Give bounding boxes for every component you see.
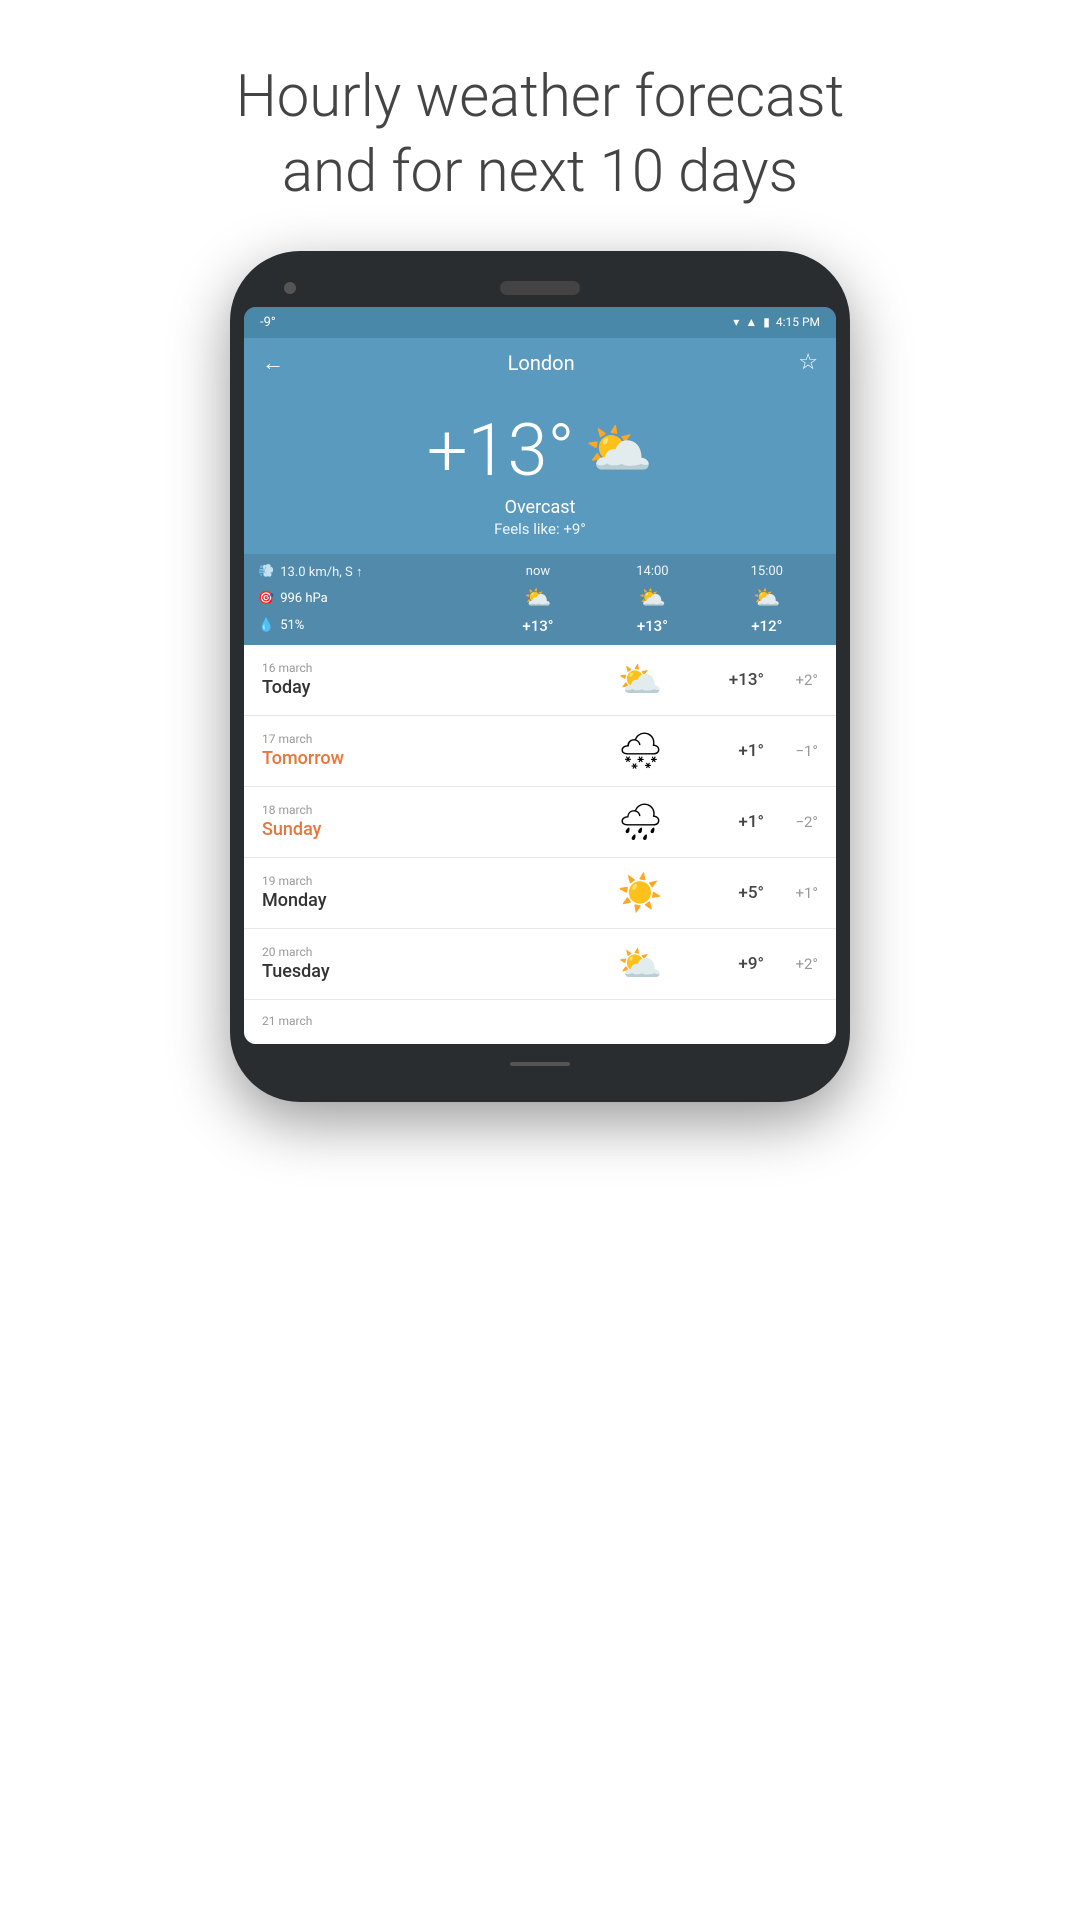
daily-date: 20 march xyxy=(262,945,565,959)
daily-temps: +9° +2° xyxy=(716,954,818,974)
phone-speaker xyxy=(500,281,580,295)
daily-row[interactable]: 16 march Today ⛅ +13° +2° xyxy=(244,645,836,716)
hourly-icon-1: ⛅ xyxy=(483,586,593,611)
daily-row[interactable]: 18 march Sunday 🌧 +1° −2° xyxy=(244,787,836,858)
daily-weather-icon: ⛅ xyxy=(565,659,716,701)
front-camera xyxy=(284,282,296,294)
wifi-icon: ▾ xyxy=(733,315,739,329)
daily-day-name: Tomorrow xyxy=(262,748,565,769)
phone-top xyxy=(244,281,836,307)
hourly-temp-2: +13° xyxy=(597,617,707,635)
hourly-temp-3: +12° xyxy=(712,617,822,635)
daily-low-temp: −1° xyxy=(778,742,818,760)
daily-date: 21 march xyxy=(262,1014,565,1028)
daily-high-temp: +9° xyxy=(716,954,764,974)
daily-date-col: 17 march Tomorrow xyxy=(262,732,565,769)
hourly-icon-3: ⛅ xyxy=(712,586,822,611)
status-temp: -9° xyxy=(260,315,276,330)
daily-date: 19 march xyxy=(262,874,565,888)
hourly-time-2: 14:00 xyxy=(597,564,707,580)
daily-forecast-list: 16 march Today ⛅ +13° +2° 17 march Tomor… xyxy=(244,645,836,1044)
current-temp: +13° xyxy=(427,408,575,493)
daily-weather-icon: ⛅ xyxy=(565,943,716,985)
daily-day-name: Sunday xyxy=(262,819,565,840)
time-display: 4:15 PM xyxy=(776,315,820,329)
humidity-value: 51% xyxy=(280,618,304,633)
hourly-temps-row: 💧 51% +13° +13° +12° xyxy=(258,617,822,635)
humidity-icon: 💧 xyxy=(258,618,274,633)
status-bar: -9° ▾ ▲ ▮ 4:15 PM xyxy=(244,307,836,338)
wind-info: 💨 13.0 km/h, S ↑ xyxy=(258,564,479,580)
daily-date: 16 march xyxy=(262,661,565,675)
daily-low-temp: +2° xyxy=(778,955,818,973)
weather-icon: ⛅ xyxy=(585,418,653,482)
daily-low-temp: +1° xyxy=(778,884,818,902)
phone-screen: -9° ▾ ▲ ▮ 4:15 PM ← London ☆ +13° ⛅ Over… xyxy=(244,307,836,1044)
hourly-icon-2: ⛅ xyxy=(597,586,707,611)
title-line1: Hourly weather forecast xyxy=(236,63,845,131)
phone-frame: -9° ▾ ▲ ▮ 4:15 PM ← London ☆ +13° ⛅ Over… xyxy=(230,251,850,1102)
wind-value: 13.0 km/h, S ↑ xyxy=(280,564,362,580)
top-nav: ← London ☆ xyxy=(244,338,836,388)
hourly-strip: 💨 13.0 km/h, S ↑ now 14:00 15:00 🎯 996 h… xyxy=(244,554,836,645)
daily-day-name: Tuesday xyxy=(262,961,565,982)
page-title: Hourly weather forecast and for next 10 … xyxy=(0,0,1080,251)
hourly-temp-1: +13° xyxy=(483,617,593,635)
status-icons: ▾ ▲ ▮ 4:15 PM xyxy=(733,315,820,329)
daily-row[interactable]: 21 march xyxy=(244,1000,836,1044)
hourly-header: 💨 13.0 km/h, S ↑ now 14:00 15:00 xyxy=(258,564,822,580)
feels-like: Feels like: +9° xyxy=(244,520,836,538)
daily-weather-icon: 🌨 xyxy=(565,730,716,772)
hourly-time-1: now xyxy=(483,564,593,580)
city-name: London xyxy=(508,351,575,375)
daily-high-temp: +1° xyxy=(716,741,764,761)
daily-row[interactable]: 17 march Tomorrow 🌨 +1° −1° xyxy=(244,716,836,787)
title-line2: and for next 10 days xyxy=(282,138,798,206)
daily-date-col: 20 march Tuesday xyxy=(262,945,565,982)
daily-high-temp: +5° xyxy=(716,883,764,903)
weather-description: Overcast xyxy=(244,497,836,518)
daily-temps: +13° +2° xyxy=(716,670,818,690)
wind-icon: 💨 xyxy=(258,564,274,579)
daily-low-temp: −2° xyxy=(778,813,818,831)
daily-date: 18 march xyxy=(262,803,565,817)
hourly-time-3: 15:00 xyxy=(712,564,822,580)
favorite-button[interactable]: ☆ xyxy=(798,350,818,375)
pressure-value: 996 hPa xyxy=(280,591,328,606)
battery-icon: ▮ xyxy=(763,315,770,329)
daily-temps: +1° −2° xyxy=(716,812,818,832)
daily-date-col: 19 march Monday xyxy=(262,874,565,911)
daily-high-temp: +1° xyxy=(716,812,764,832)
phone-bottom xyxy=(244,1056,836,1072)
hourly-icons-row: 🎯 996 hPa ⛅ ⛅ ⛅ xyxy=(258,586,822,611)
daily-weather-icon: ☀️ xyxy=(565,872,716,914)
daily-row[interactable]: 19 march Monday ☀️ +5° +1° xyxy=(244,858,836,929)
daily-date-col: 18 march Sunday xyxy=(262,803,565,840)
daily-date: 17 march xyxy=(262,732,565,746)
daily-temps: +1° −1° xyxy=(716,741,818,761)
daily-low-temp: +2° xyxy=(778,671,818,689)
daily-date-col: 16 march Today xyxy=(262,661,565,698)
home-button[interactable] xyxy=(510,1062,570,1066)
pressure-info: 🎯 996 hPa xyxy=(258,591,479,606)
temp-row: +13° ⛅ xyxy=(244,408,836,493)
daily-date-col: 21 march xyxy=(262,1014,565,1030)
daily-day-name: Today xyxy=(262,677,565,698)
daily-row[interactable]: 20 march Tuesday ⛅ +9° +2° xyxy=(244,929,836,1000)
signal-icon: ▲ xyxy=(745,315,757,329)
daily-weather-icon: 🌧 xyxy=(565,801,716,843)
pressure-icon: 🎯 xyxy=(258,591,274,606)
daily-high-temp: +13° xyxy=(716,670,764,690)
back-button[interactable]: ← xyxy=(262,350,284,376)
daily-day-name: Monday xyxy=(262,890,565,911)
humidity-info: 💧 51% xyxy=(258,618,479,633)
daily-temps: +5° +1° xyxy=(716,883,818,903)
current-weather: +13° ⛅ Overcast Feels like: +9° xyxy=(244,388,836,554)
